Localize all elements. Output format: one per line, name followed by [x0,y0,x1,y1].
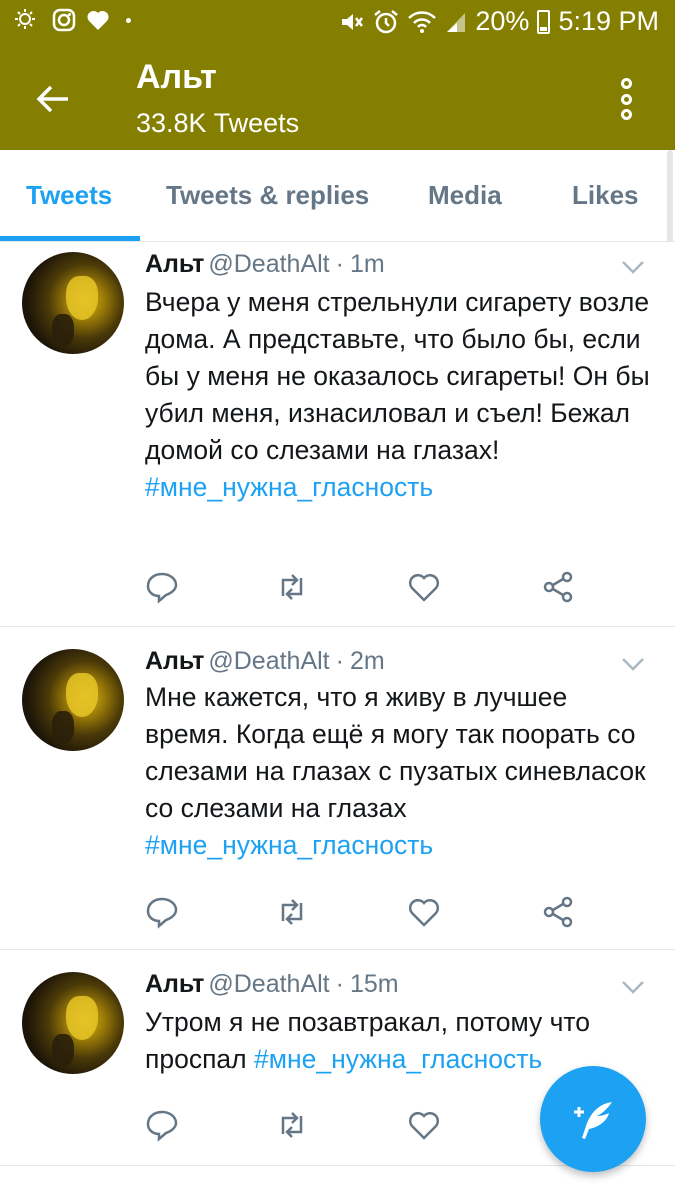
tweet-count: 33.8K Tweets [136,108,300,138]
reply-icon[interactable] [145,895,179,929]
tweet-actions [145,895,595,929]
separator: · [335,250,344,278]
author-handle[interactable]: @DeathAlt [208,647,329,675]
tweet-body: Вчера у меня стрельнули сигарету возле д… [145,287,650,465]
tweet-time: 1m [349,250,385,278]
tweet-header: Альт @DeathAlt · 2m [145,647,385,676]
compose-tweet-button[interactable] [540,1066,646,1172]
battery-icon [537,9,551,34]
tweet-actions [145,570,595,604]
tab-tweets-replies[interactable]: Tweets & replies [166,180,369,211]
hashtag-link[interactable]: #мне_нужна_гласность [254,1044,542,1074]
tweet-actions [145,1108,595,1142]
weather-icon [15,9,35,29]
tweet-text: Вчера у меня стрельнули сигарету возле д… [145,284,655,506]
signal-icon [447,12,466,32]
profile-tabs: Tweets Tweets & replies Media Likes [0,150,675,242]
dot-icon [620,109,632,120]
tab-likes[interactable]: Likes [572,180,639,211]
tweet-text: Мне кажется, что я живу в лучшее время. … [145,679,655,864]
alarm-icon [374,9,399,33]
author-name[interactable]: Альт [145,250,204,278]
tweet-item[interactable]: Альт @DeathAlt · 1m Вчера у меня стрельнули… [0,242,675,627]
like-icon[interactable] [407,895,441,929]
heart-icon [87,10,109,30]
back-button[interactable] [30,76,76,122]
battery-percent: 20% [475,6,530,36]
status-right: 20% 5:19 PM [339,6,659,37]
status-left-icons [14,8,131,32]
arrow-left-icon [36,85,68,113]
active-tab-indicator [0,236,140,241]
author-handle[interactable]: @DeathAlt [208,970,329,998]
tab-media[interactable]: Media [428,180,502,211]
tweet-header: Альт @DeathAlt · 1m [145,250,385,279]
status-time: 5:19 PM [558,6,659,36]
author-name[interactable]: Альт [145,647,204,675]
tweet-time: 2m [349,647,385,675]
retweet-icon[interactable] [275,1108,309,1142]
reply-icon[interactable] [145,1108,179,1142]
avatar[interactable] [22,649,124,751]
separator: · [335,970,344,998]
more-options-button[interactable] [611,76,641,122]
tweet-header: Альт @DeathAlt · 15m [145,970,399,999]
status-bar: 20% 5:19 PM [0,0,675,48]
tweet-time: 15m [349,970,399,998]
share-icon[interactable] [541,895,575,929]
hashtag-link[interactable]: #мне_нужна_гласность [145,830,433,860]
tweet-item[interactable]: Альт @DeathAlt · 2m Мне кажется, что я живу… [0,627,675,950]
retweet-icon[interactable] [275,895,309,929]
dot-icon [620,93,632,105]
hashtag-link[interactable]: #мне_нужна_гласность [145,472,433,502]
author-handle[interactable]: @DeathAlt [208,250,329,278]
chevron-down-icon[interactable] [621,657,645,671]
like-icon[interactable] [407,570,441,604]
avatar[interactable] [22,252,124,354]
tweet-body: Мне кажется, что я живу в лучшее время. … [145,682,646,823]
notification-dot-icon [126,17,131,23]
separator: · [335,647,344,675]
share-icon[interactable] [541,570,575,604]
reply-icon[interactable] [145,570,179,604]
tab-tweets[interactable]: Tweets [26,180,112,211]
dot-icon [620,78,632,89]
wifi-icon [408,10,437,33]
like-icon[interactable] [407,1108,441,1142]
app-bar: Альт 33.8K Tweets [0,48,675,150]
instagram-icon [52,8,76,32]
author-name[interactable]: Альт [145,970,204,998]
compose-feather-icon [574,1102,612,1139]
avatar[interactable] [22,972,124,1074]
profile-name-title: Альт [136,58,217,96]
retweet-icon[interactable] [275,570,309,604]
chevron-down-icon[interactable] [621,980,645,994]
chevron-down-icon[interactable] [621,260,645,274]
mute-icon [342,13,364,30]
